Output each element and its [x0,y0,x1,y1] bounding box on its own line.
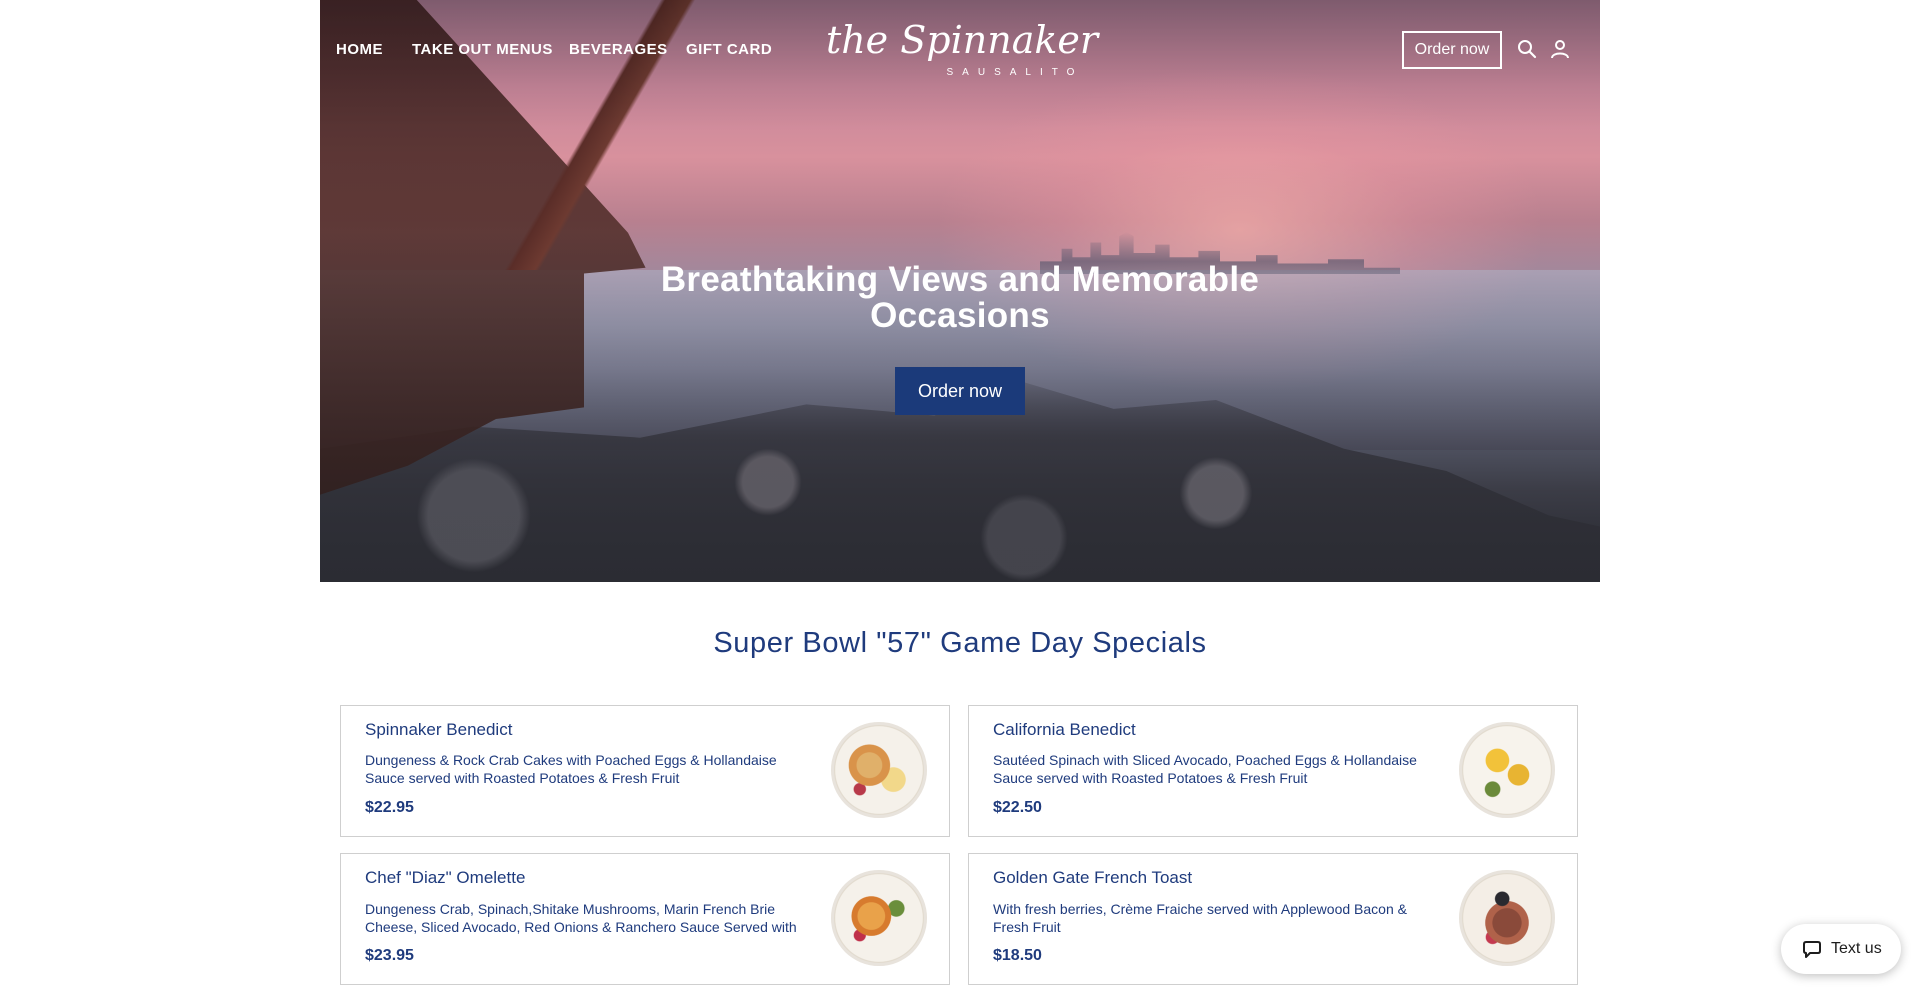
hero-title-line-2: Occasions [870,296,1050,335]
menu-item-price: $18.50 [993,947,1042,964]
order-now-button-hero[interactable]: Order now [895,367,1025,415]
logo-subtitle: SAUSALITO [946,67,1084,78]
page: HOME TAKE OUT MENUS BEVERAGES GIFT CARD … [320,0,1600,993]
menu-item-description: With fresh berries, Crème Fraiche served… [993,901,1407,935]
site-logo[interactable]: the Spinnaker SAUSALITO [822,16,1102,86]
chat-bubble-icon [1803,941,1821,958]
nav-beverages[interactable]: BEVERAGES [569,41,668,58]
hero-title: Breathtaking Views and Memorable Occasio… [660,262,1260,334]
menu-item-description: Dungeness & Rock Crab Cakes with Poached… [365,752,777,786]
top-nav: HOME TAKE OUT MENUS BEVERAGES GIFT CARD … [320,0,1600,100]
menu-item-image [1459,870,1555,966]
menu-item-price: $22.95 [365,799,414,816]
menu-card[interactable]: Chef "Diaz" Omelette Dungeness Crab, Spi… [340,853,950,985]
menu-item-name: Golden Gate French Toast [993,868,1193,887]
menu-card[interactable]: California Benedict Sautéed Spinach with… [968,705,1578,837]
order-now-button-header[interactable]: Order now [1402,31,1502,69]
text-us-button[interactable]: Text us [1781,924,1901,974]
user-icon[interactable] [1549,38,1571,60]
menu-item-name: Chef "Diaz" Omelette [365,868,526,887]
menu-item-image [1459,722,1555,818]
menu-item-price: $22.50 [993,799,1042,816]
menu-card[interactable]: Golden Gate French Toast With fresh berr… [968,853,1578,985]
menu-item-image [831,722,927,818]
nav-gift-card[interactable]: GIFT CARD [686,41,772,58]
hero-title-line-1: Breathtaking Views and Memorable [660,260,1260,299]
logo-script: the Spinnaker [825,18,1099,62]
nav-take-out-menus[interactable]: TAKE OUT MENUS [412,41,553,58]
menu-item-name: Spinnaker Benedict [365,720,513,739]
menu-card[interactable]: Spinnaker Benedict Dungeness & Rock Crab… [340,705,950,837]
menu-item-image [831,870,927,966]
menu-item-description: Dungeness Crab, Spinach,Shitake Mushroom… [365,901,797,935]
section-title: Super Bowl "57" Game Day Specials [713,627,1207,659]
menu-item-description: Sautéed Spinach with Sliced Avocado, Poa… [993,752,1417,786]
search-icon[interactable] [1516,38,1538,60]
menu-item-price: $23.95 [365,947,414,964]
text-us-label: Text us [1831,940,1882,957]
nav-home[interactable]: HOME [336,41,383,58]
hero-banner: HOME TAKE OUT MENUS BEVERAGES GIFT CARD … [320,0,1600,582]
menu-item-name: California Benedict [993,720,1136,739]
